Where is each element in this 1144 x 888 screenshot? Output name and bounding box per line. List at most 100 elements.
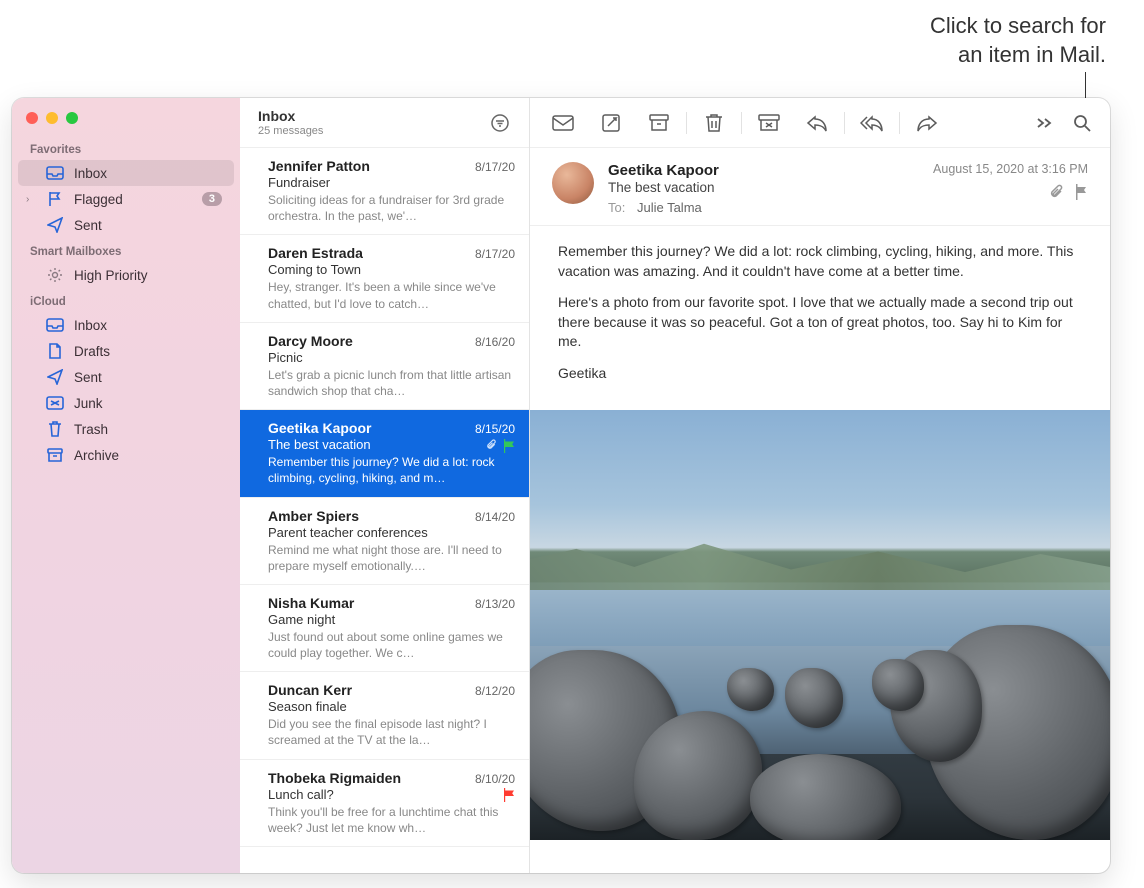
sidebar-item-trash[interactable]: › Trash (18, 416, 234, 442)
message-date: 8/12/20 (475, 684, 515, 698)
flag-icon (503, 788, 515, 800)
reading-pane: Geetika Kapoor The best vacation To: Jul… (530, 98, 1110, 873)
sidebar-item-label: High Priority (74, 268, 222, 283)
message-body: Remember this journey? We did a lot: roc… (530, 226, 1110, 406)
sidebar-item-junk[interactable]: › Junk (18, 390, 234, 416)
message-date: 8/14/20 (475, 510, 515, 524)
message-subject: Fundraiser (268, 175, 330, 190)
gear-icon (46, 267, 64, 283)
attachment-icon (485, 439, 497, 451)
message-subject: The best vacation (268, 437, 371, 452)
body-paragraph: Remember this journey? We did a lot: roc… (558, 242, 1082, 281)
sidebar-item-label: Trash (74, 422, 222, 437)
message-list-pane: Inbox 25 messages Jennifer Patton8/17/20… (240, 98, 530, 873)
sidebar-item-sent[interactable]: › Sent (18, 212, 234, 238)
sidebar: Favorites › Inbox › Flagged 3 › Sent Sma… (12, 98, 240, 873)
message-preview: Think you'll be free for a lunchtime cha… (268, 804, 515, 836)
flag-icon[interactable] (1074, 184, 1088, 200)
sidebar-item-label: Inbox (74, 166, 222, 181)
document-icon (46, 343, 64, 359)
message-preview: Remind me what night those are. I'll nee… (268, 542, 515, 574)
get-mail-button[interactable] (540, 106, 586, 140)
help-annotation: Click to search for an item in Mail. (930, 12, 1106, 69)
flag-icon (46, 191, 64, 207)
message-preview: Let's grab a picnic lunch from that litt… (268, 367, 515, 399)
message-preview: Remember this journey? We did a lot: roc… (268, 454, 515, 486)
message-preview: Hey, stranger. It's been a while since w… (268, 279, 515, 311)
message-row[interactable]: Thobeka Rigmaiden8/10/20Lunch call?Think… (240, 760, 529, 847)
message-row[interactable]: Jennifer Patton8/17/20FundraiserSoliciti… (240, 148, 529, 235)
message-row[interactable]: Duncan Kerr8/12/20Season finaleDid you s… (240, 672, 529, 759)
sidebar-item-archive[interactable]: › Archive (18, 442, 234, 468)
message-sender: Thobeka Rigmaiden (268, 770, 401, 786)
compose-button[interactable] (588, 106, 634, 140)
annotation-pointer (1085, 72, 1086, 100)
message-sender: Darcy Moore (268, 333, 353, 349)
message-subject: Season finale (268, 699, 347, 714)
fullscreen-window-button[interactable] (66, 112, 78, 124)
message-subject: Coming to Town (268, 262, 361, 277)
message-sender: Daren Estrada (268, 245, 363, 261)
sidebar-item-drafts[interactable]: › Drafts (18, 338, 234, 364)
message-count: 25 messages (258, 125, 323, 137)
message-date: 8/10/20 (475, 772, 515, 786)
message-date: 8/17/20 (475, 247, 515, 261)
toolbar-separator (741, 112, 742, 134)
message-row[interactable]: Geetika Kapoor 8/15/20 The best vacation Re… (240, 410, 529, 497)
toolbar-separator (899, 112, 900, 134)
flagged-count-badge: 3 (202, 192, 222, 206)
chevron-right-icon[interactable]: › (26, 194, 36, 205)
close-window-button[interactable] (26, 112, 38, 124)
sidebar-item-inbox[interactable]: › Inbox (18, 160, 234, 186)
message-row[interactable]: Darcy Moore 8/16/20 Picnic Let's grab a pic… (240, 323, 529, 410)
sender-avatar[interactable] (552, 162, 594, 204)
reply-all-button[interactable] (849, 106, 895, 140)
sender-name[interactable]: Geetika Kapoor (608, 162, 919, 179)
message-date: 8/16/20 (475, 335, 515, 349)
message-row[interactable]: Amber Spiers8/14/20Parent teacher confer… (240, 498, 529, 585)
attachment-icon[interactable] (1048, 184, 1064, 200)
body-paragraph: Here's a photo from our favorite spot. I… (558, 293, 1082, 352)
more-toolbar-button[interactable] (1026, 106, 1062, 140)
sidebar-section-favorites: Favorites (12, 136, 240, 160)
recipients-line: To: Julie Talma (608, 200, 919, 215)
attached-photo[interactable] (530, 410, 1110, 840)
junk-button[interactable] (746, 106, 792, 140)
archive-button[interactable] (636, 106, 682, 140)
sidebar-item-high-priority[interactable]: › High Priority (18, 262, 234, 288)
delete-button[interactable] (691, 106, 737, 140)
message-subject: Picnic (268, 350, 303, 365)
flag-icon (503, 439, 515, 451)
message-row[interactable]: Nisha Kumar8/13/20Game nightJust found o… (240, 585, 529, 672)
sidebar-item-icloud-sent[interactable]: › Sent (18, 364, 234, 390)
inbox-icon (46, 317, 64, 333)
filter-button[interactable] (485, 108, 515, 138)
sidebar-item-label: Archive (74, 448, 222, 463)
body-signature: Geetika (558, 364, 1082, 384)
inbox-icon (46, 165, 64, 181)
forward-button[interactable] (904, 106, 950, 140)
minimize-window-button[interactable] (46, 112, 58, 124)
archive-icon (46, 447, 64, 463)
junk-icon (46, 395, 64, 411)
message-date: 8/17/20 (475, 160, 515, 174)
mailbox-title: Inbox (258, 108, 323, 124)
message-date: 8/15/20 (475, 422, 515, 436)
message-sender: Duncan Kerr (268, 682, 352, 698)
toolbar-separator (686, 112, 687, 134)
message-date: 8/13/20 (475, 597, 515, 611)
message-list[interactable]: Jennifer Patton8/17/20FundraiserSoliciti… (240, 148, 529, 873)
message-header: Geetika Kapoor The best vacation To: Jul… (530, 148, 1110, 226)
search-button[interactable] (1064, 106, 1100, 140)
message-sender: Geetika Kapoor (268, 420, 371, 436)
message-subject: Parent teacher conferences (268, 525, 428, 540)
recipient-name[interactable]: Julie Talma (637, 200, 702, 215)
reply-button[interactable] (794, 106, 840, 140)
sidebar-item-flagged[interactable]: › Flagged 3 (18, 186, 234, 212)
message-sender: Nisha Kumar (268, 595, 354, 611)
message-date: August 15, 2020 at 3:16 PM (933, 162, 1088, 176)
sidebar-item-icloud-inbox[interactable]: › Inbox (18, 312, 234, 338)
annotation-line2: an item in Mail. (930, 41, 1106, 70)
message-row[interactable]: Daren Estrada 8/17/20 Coming to Town Hey, s… (240, 235, 529, 322)
trash-icon (46, 421, 64, 437)
